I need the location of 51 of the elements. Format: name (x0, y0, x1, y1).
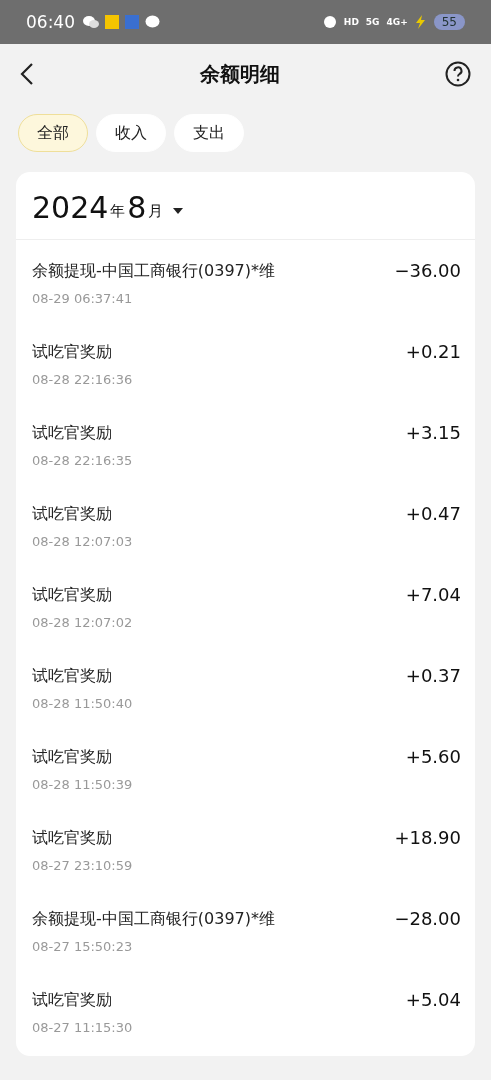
month-value: 8 (127, 190, 147, 225)
app-icon (105, 15, 119, 29)
year-unit: 年 (110, 202, 126, 221)
transaction-amount: +18.90 (394, 827, 461, 850)
transaction-title: 试吃官奖励 (32, 422, 113, 444)
transaction-title: 试吃官奖励 (32, 341, 113, 363)
status-time: 06:40 (26, 12, 75, 32)
transaction-time: 08-27 23:10:59 (32, 857, 133, 875)
filter-tab[interactable]: 收入 (96, 114, 166, 152)
dropdown-icon[interactable] (173, 207, 184, 214)
transaction-title: 试吃官奖励 (32, 584, 113, 606)
network-label: 5G (365, 17, 380, 27)
network-label: HD (343, 17, 359, 27)
transaction-title: 试吃官奖励 (32, 503, 113, 525)
transaction-amount: +5.04 (405, 989, 461, 1012)
transaction-time: 08-28 22:16:36 (32, 371, 133, 389)
help-icon[interactable] (445, 61, 471, 87)
transaction-title: 余额提现-中国工商银行(0397)*维 (32, 908, 275, 930)
transaction-amount: +0.47 (405, 503, 461, 526)
transaction-time: 08-28 12:07:03 (32, 533, 133, 551)
transaction-amount: +3.15 (405, 422, 461, 445)
transaction-title: 试吃官奖励 (32, 746, 113, 768)
transaction-title: 试吃官奖励 (32, 827, 113, 849)
page-title: 余额明细 (199, 60, 280, 88)
transaction-time: 08-28 12:07:02 (32, 614, 133, 632)
chat-icon (83, 15, 99, 29)
transaction-amount: −28.00 (394, 908, 461, 931)
filter-tab[interactable]: 支出 (174, 114, 244, 152)
app-icon (125, 15, 139, 29)
back-icon[interactable] (20, 62, 34, 86)
transaction-time: 08-28 11:50:40 (32, 695, 133, 713)
transaction-amount: +7.04 (405, 584, 461, 607)
transaction-time: 08-28 22:16:35 (32, 452, 133, 470)
transaction-title: 余额提现-中国工商银行(0397)*维 (32, 260, 275, 282)
transaction-amount: +0.21 (405, 341, 461, 364)
transaction-title: 试吃官奖励 (32, 665, 113, 687)
transaction-time: 08-27 11:15:30 (32, 1019, 133, 1037)
battery-level: 55 (433, 14, 465, 30)
transaction-amount: +5.60 (405, 746, 461, 769)
filter-tab[interactable]: 全部 (18, 114, 88, 152)
month-unit: 月 (148, 202, 164, 221)
transaction-amount: −36.00 (394, 260, 461, 283)
message-icon (145, 15, 160, 29)
year-value: 2024 (32, 190, 109, 225)
transaction-title: 试吃官奖励 (32, 989, 113, 1011)
transaction-time: 08-29 06:37:41 (32, 290, 134, 308)
charging-icon (413, 15, 426, 29)
transaction-time: 08-28 11:50:39 (32, 776, 133, 794)
transaction-time: 08-27 15:50:23 (32, 938, 134, 956)
transaction-amount: +0.37 (405, 665, 461, 688)
network-label: 4G+ (386, 17, 408, 27)
